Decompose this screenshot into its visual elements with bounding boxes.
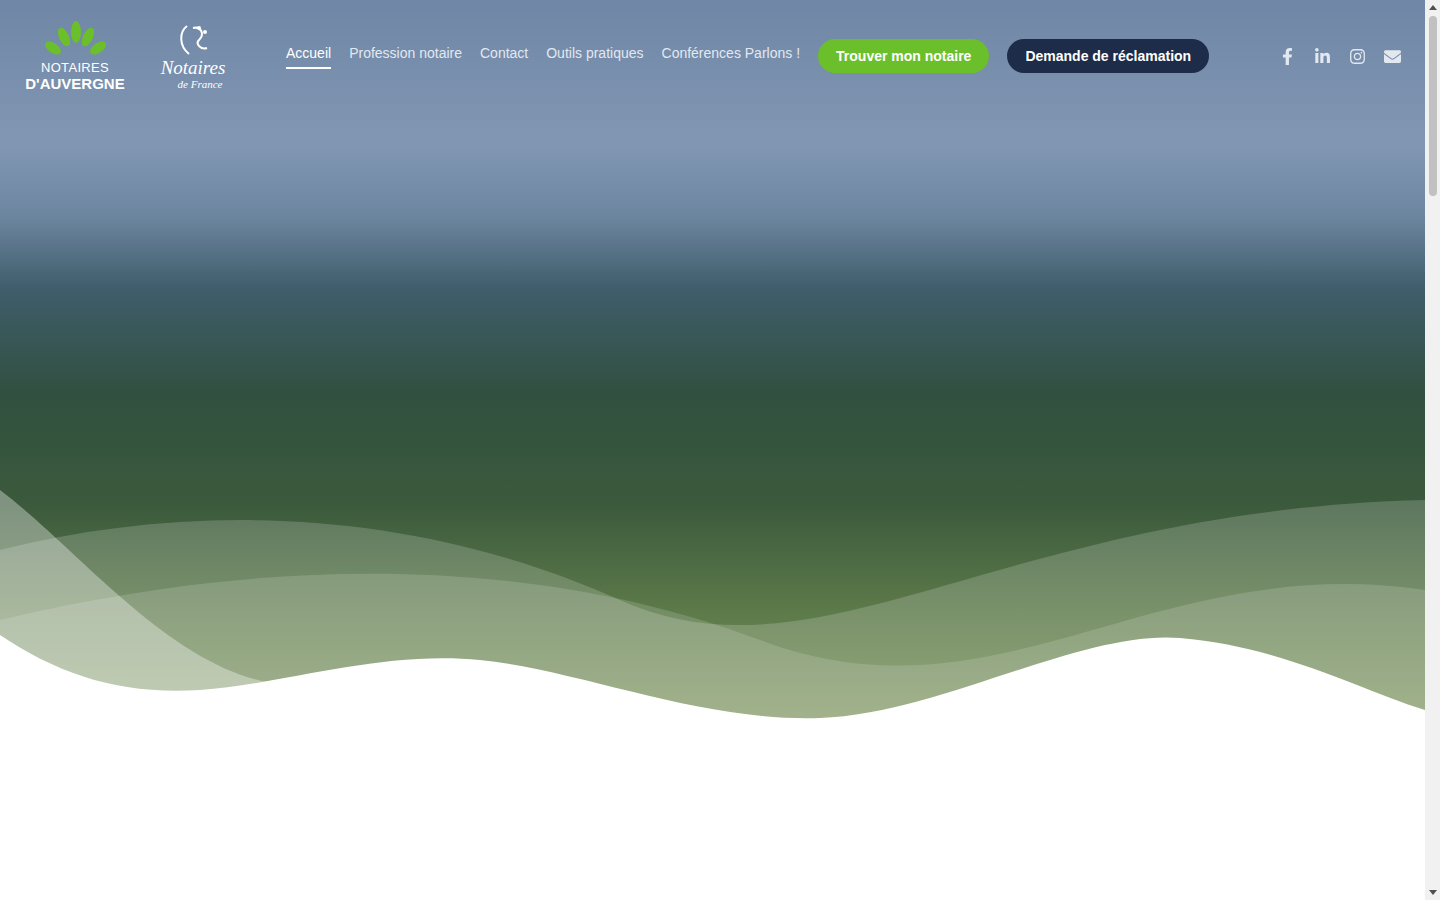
- scrollbar-thumb[interactable]: [1429, 16, 1437, 196]
- nav-item[interactable]: Contact: [480, 43, 528, 69]
- nav-item[interactable]: Accueil: [286, 43, 331, 69]
- cta-buttons: Trouver mon notaire Demande de réclamatio…: [818, 39, 1209, 73]
- wave-decoration: [0, 490, 1425, 720]
- nav-item[interactable]: Profession notaire: [349, 43, 462, 69]
- hero: NOTAIRESD'AUVERGNE Notairesde France Accue…: [0, 0, 1425, 720]
- main-nav: Accueil Profession notaire Contact Outils p…: [286, 43, 800, 69]
- page: NOTAIRESD'AUVERGNE Notairesde France Accue…: [0, 0, 1440, 900]
- social-links: [1279, 48, 1401, 65]
- content-area: [0, 720, 1425, 900]
- instagram-icon[interactable]: [1349, 48, 1366, 65]
- scroll-down-icon[interactable]: [1429, 890, 1437, 895]
- nav-item[interactable]: Conférences Parlons !: [662, 43, 801, 69]
- find-notary-button[interactable]: Trouver mon notaire: [818, 39, 989, 73]
- email-icon[interactable]: [1384, 48, 1401, 65]
- linkedin-icon[interactable]: [1314, 48, 1331, 65]
- logo-notaires-auvergne[interactable]: NOTAIRESD'AUVERGNE: [24, 20, 126, 92]
- scroll-up-icon[interactable]: [1429, 5, 1437, 10]
- site-header: NOTAIRESD'AUVERGNE Notairesde France Accue…: [0, 0, 1425, 92]
- main: NOTAIRESD'AUVERGNE Notairesde France Accue…: [0, 0, 1425, 900]
- marianne-icon: [171, 22, 215, 58]
- nav-item[interactable]: Outils pratiques: [546, 43, 643, 69]
- logo-notaires-de-france[interactable]: Notairesde France: [152, 22, 234, 91]
- facebook-icon[interactable]: [1279, 48, 1296, 65]
- scrollbar[interactable]: [1425, 0, 1440, 900]
- complaint-button[interactable]: Demande de réclamation: [1007, 39, 1209, 73]
- leaves-icon: [43, 20, 107, 56]
